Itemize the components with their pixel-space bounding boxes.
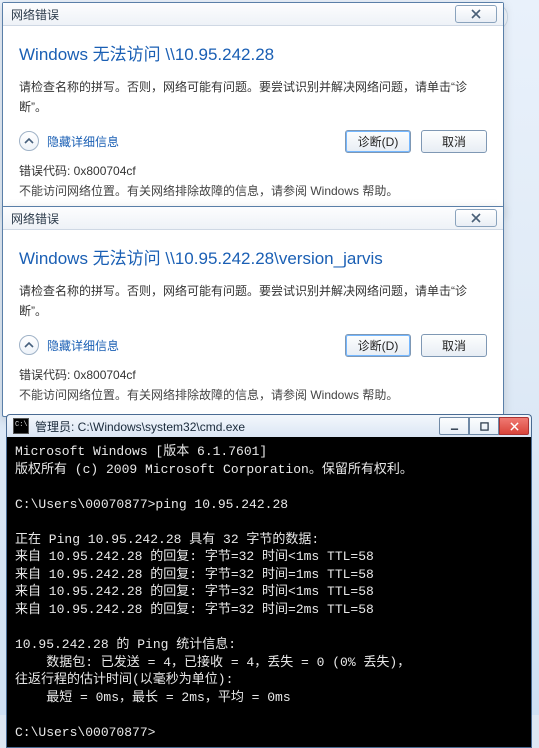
command-prompt-window: 管理员: C:\Windows\system32\cmd.exe Microso… (6, 414, 532, 748)
maximize-button[interactable] (469, 417, 499, 435)
dialog-close-button[interactable] (455, 5, 497, 23)
error-code-text: 错误代码: 0x800704cf (19, 365, 487, 385)
dialog-title-text: 网络错误 (11, 6, 59, 23)
error-code-text: 错误代码: 0x800704cf (19, 161, 487, 181)
dialog-headline: Windows 无法访问 \\10.95.242.28\version_jarv… (19, 244, 487, 269)
dialog-headline: Windows 无法访问 \\10.95.242.28 (19, 40, 487, 65)
chevron-up-icon (19, 131, 39, 151)
close-icon (471, 9, 481, 19)
dialog-message: 请检查名称的拼写。否则，网络可能有问题。要尝试识别并解决网络问题，请单击“诊断”… (19, 281, 487, 322)
network-error-dialog-1: 网络错误 Windows 无法访问 \\10.95.242.28 请检查名称的拼… (2, 2, 504, 213)
cancel-button[interactable]: 取消 (421, 334, 487, 357)
hide-details-label: 隐藏详细信息 (47, 337, 119, 354)
dialog-message: 请检查名称的拼写。否则，网络可能有问题。要尝试识别并解决网络问题，请单击“诊断”… (19, 77, 487, 118)
error-description-text: 不能访问网络位置。有关网络排除故障的信息，请参阅 Windows 帮助。 (19, 385, 487, 405)
cancel-button[interactable]: 取消 (421, 130, 487, 153)
close-icon (471, 213, 481, 223)
cmd-output[interactable]: Microsoft Windows [版本 6.1.7601] 版权所有 (c)… (6, 437, 532, 748)
hide-details-toggle[interactable]: 隐藏详细信息 (19, 335, 119, 355)
hide-details-label: 隐藏详细信息 (47, 133, 119, 150)
network-error-dialog-2: 网络错误 Windows 无法访问 \\10.95.242.28\version… (2, 206, 504, 417)
dialog-close-button[interactable] (455, 209, 497, 227)
minimize-button[interactable] (439, 417, 469, 435)
error-description-text: 不能访问网络位置。有关网络排除故障的信息，请参阅 Windows 帮助。 (19, 181, 487, 201)
cmd-titlebar[interactable]: 管理员: C:\Windows\system32\cmd.exe (6, 414, 532, 437)
cmd-title-text: 管理员: C:\Windows\system32\cmd.exe (35, 418, 433, 435)
chevron-up-icon (19, 335, 39, 355)
diagnose-button[interactable]: 诊断(D) (345, 130, 411, 153)
dialog-titlebar: 网络错误 (3, 207, 503, 230)
diagnose-button[interactable]: 诊断(D) (345, 334, 411, 357)
hide-details-toggle[interactable]: 隐藏详细信息 (19, 131, 119, 151)
cmd-icon (13, 418, 29, 434)
dialog-title-text: 网络错误 (11, 210, 59, 227)
close-button[interactable] (499, 417, 529, 435)
dialog-titlebar: 网络错误 (3, 3, 503, 26)
